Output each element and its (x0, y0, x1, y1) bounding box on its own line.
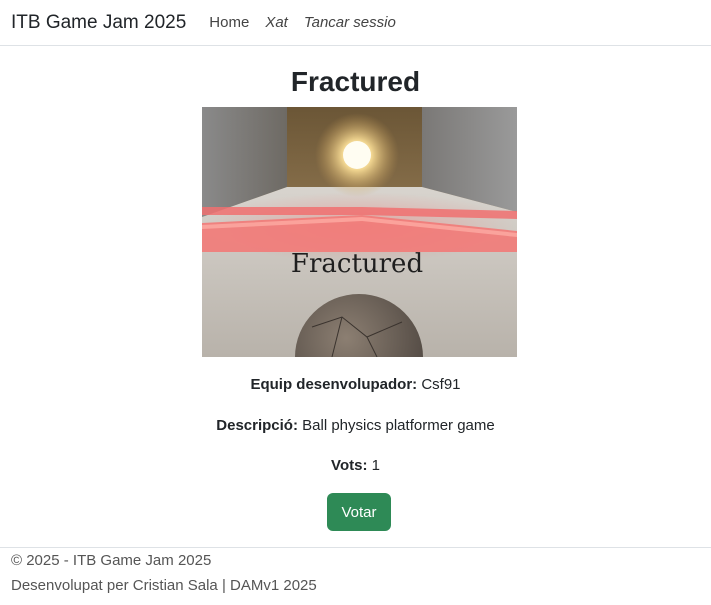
top-navbar: ITB Game Jam 2025 Home Xat Tancar sessio (0, 0, 711, 46)
game-cover-image: Fractured (202, 107, 517, 357)
footer: © 2025 - ITB Game Jam 2025 Desenvolupat … (0, 547, 711, 605)
brand-link[interactable]: ITB Game Jam 2025 (11, 12, 186, 34)
team-info: Equip desenvolupador: Csf91 (0, 375, 711, 395)
team-value: Csf91 (421, 376, 461, 393)
nav-link-home[interactable]: Home (209, 14, 249, 31)
nav-link-xat[interactable]: Xat (265, 14, 288, 31)
footer-copyright: © 2025 - ITB Game Jam 2025 (11, 552, 212, 569)
description-info: Descripció: Ball physics platformer game (0, 416, 711, 436)
votes-value: 1 (371, 457, 380, 474)
page-title: Fractured (290, 66, 421, 97)
nav-link-logout[interactable]: Tancar sessio (304, 14, 396, 31)
vote-button[interactable]: Votar (327, 493, 391, 531)
cover-title-text: Fractured (291, 249, 423, 279)
description-value: Ball physics platformer game (302, 417, 495, 434)
team-label: Equip desenvolupador: (250, 376, 418, 393)
nav-links: Home Xat Tancar sessio (209, 14, 412, 31)
votes-label: Vots: (331, 457, 368, 474)
description-label: Descripció: (216, 417, 298, 434)
votes-info: Vots: 1 (0, 456, 711, 476)
footer-credits: Desenvolupat per Cristian Sala | DAMv1 2… (11, 577, 317, 594)
